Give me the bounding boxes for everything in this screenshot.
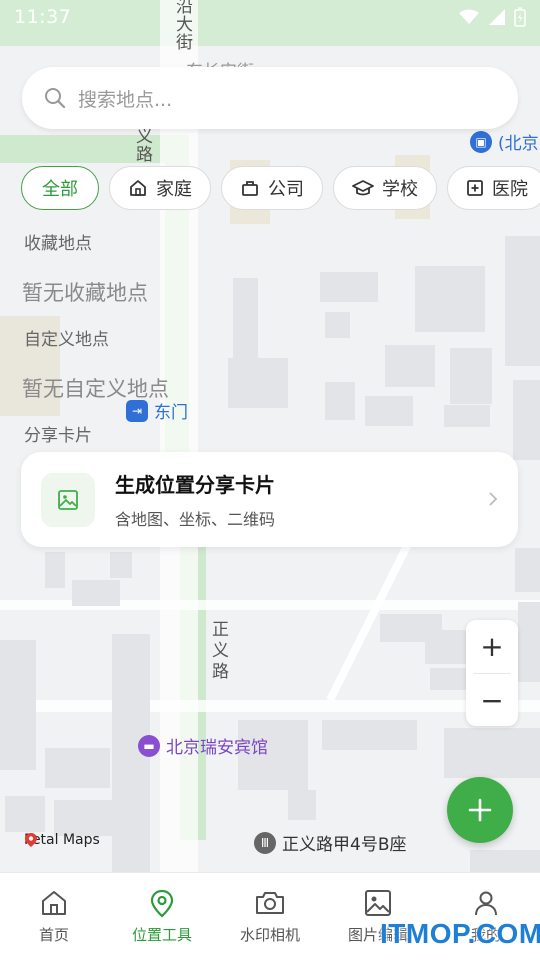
signal-icon xyxy=(489,9,505,25)
site-watermark: ITMOP.COM xyxy=(380,918,540,949)
building-icon: Ⅲ xyxy=(254,831,276,854)
nav-location-tools[interactable]: 位置工具 xyxy=(108,873,216,960)
poi-address[interactable]: Ⅲ 正义路甲4号B座 xyxy=(254,830,406,855)
chip-hospital[interactable]: 医院 xyxy=(447,166,540,210)
add-location-button[interactable] xyxy=(447,777,513,843)
category-chips: 全部 家庭 公司 学校 医院 xyxy=(21,166,540,212)
status-bar: 11:37 xyxy=(0,0,540,34)
hotel-icon: ▬ xyxy=(138,734,160,757)
graduation-cap-icon xyxy=(352,180,374,196)
petal-maps-logo-icon xyxy=(25,833,37,847)
train-station-icon: ▣ xyxy=(470,130,492,153)
image-icon xyxy=(365,890,391,916)
share-card-thumb xyxy=(41,472,95,527)
zoom-out-button[interactable]: − xyxy=(466,674,518,727)
share-section-label: 分享卡片 xyxy=(24,426,92,446)
user-icon xyxy=(475,891,497,916)
nav-label: 首页 xyxy=(38,926,69,944)
wifi-icon xyxy=(459,9,479,24)
chip-label: 公司 xyxy=(268,179,304,200)
chip-all[interactable]: 全部 xyxy=(21,166,99,210)
share-card-button[interactable]: 生成位置分享卡片 含地图、坐标、二维码 xyxy=(21,452,518,547)
search-icon xyxy=(45,88,66,109)
nav-label: 位置工具 xyxy=(131,926,192,944)
chip-company[interactable]: 公司 xyxy=(221,166,323,210)
location-pin-icon xyxy=(150,889,174,918)
plus-icon xyxy=(468,798,492,822)
poi-label: (北京 xyxy=(498,134,539,154)
zoom-controls: + − xyxy=(466,620,518,726)
home-icon xyxy=(130,180,146,196)
nav-watermark-camera[interactable]: 水印相机 xyxy=(216,873,324,960)
camera-icon xyxy=(256,892,284,914)
poi-beijing-station[interactable]: ▣ (北京 xyxy=(470,129,539,154)
petal-maps-attribution: Petal Maps xyxy=(24,832,100,848)
battery-icon xyxy=(514,7,526,27)
nav-label: 水印相机 xyxy=(239,926,300,944)
poi-label: 正义路甲4号B座 xyxy=(282,835,407,855)
chip-label: 医院 xyxy=(492,179,528,200)
street-label-yi-lu: 义 路 xyxy=(136,127,153,165)
search-bar[interactable]: 搜索地点... xyxy=(22,67,518,129)
home-icon xyxy=(42,891,66,915)
search-placeholder: 搜索地点... xyxy=(78,88,173,111)
share-card-title: 生成位置分享卡片 xyxy=(115,473,275,497)
chip-home[interactable]: 家庭 xyxy=(109,166,211,210)
favorites-empty-text: 暂无收藏地点 xyxy=(22,281,148,305)
share-card-subtitle: 含地图、坐标、二维码 xyxy=(115,510,276,529)
status-time: 11:37 xyxy=(14,6,72,28)
hospital-icon xyxy=(467,180,483,196)
poi-hotel[interactable]: ▬ 北京瑞安宾馆 xyxy=(138,733,268,758)
custom-empty-text: 暂无自定义地点 xyxy=(22,377,169,401)
favorites-section-label: 收藏地点 xyxy=(24,234,92,254)
poi-label: 北京瑞安宾馆 xyxy=(166,738,268,758)
zoom-in-button[interactable]: + xyxy=(466,620,518,673)
chip-label: 学校 xyxy=(382,179,418,200)
chip-label: 全部 xyxy=(42,179,78,200)
chip-label: 家庭 xyxy=(156,179,192,200)
status-icons xyxy=(458,7,526,27)
street-label-zhengyi-lu: 正 义 路 xyxy=(212,620,229,682)
chip-school[interactable]: 学校 xyxy=(333,166,437,210)
chevron-right-icon xyxy=(488,488,498,512)
share-card-texts: 生成位置分享卡片 含地图、坐标、二维码 xyxy=(115,469,275,530)
image-icon xyxy=(58,489,78,510)
custom-section-label: 自定义地点 xyxy=(24,330,109,350)
nav-home[interactable]: 首页 xyxy=(0,873,108,960)
briefcase-icon xyxy=(242,181,258,196)
